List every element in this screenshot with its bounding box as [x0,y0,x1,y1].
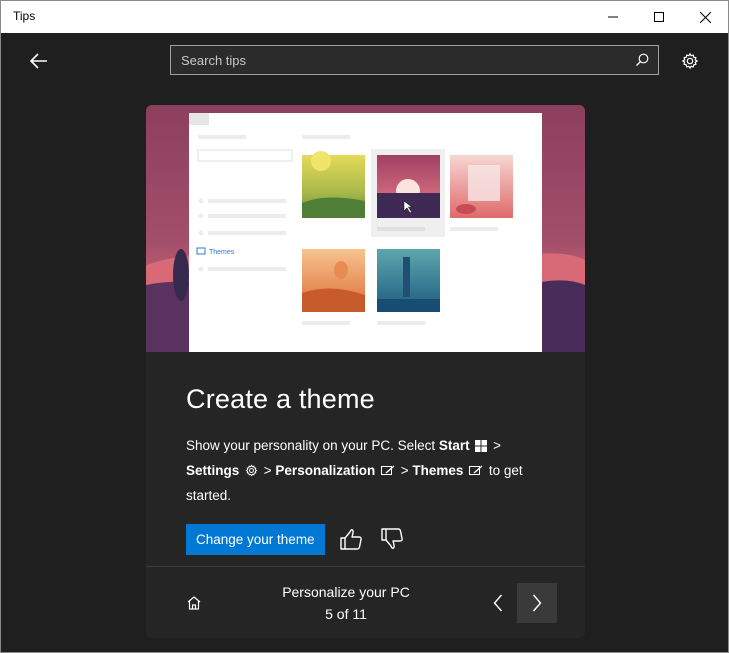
next-tip-button[interactable] [517,583,557,623]
tip-content: Create a theme Show your personality on … [146,352,585,566]
close-icon [699,11,711,23]
tip-card: Themes Create a theme Show your personal… [146,105,585,638]
thumbs-down-button[interactable] [377,524,407,554]
settings-label: Settings [186,463,240,478]
themes-label: Themes [412,463,464,478]
tip-navigation-footer: Personalize your PC 5 of 11 [146,566,585,638]
back-button[interactable] [19,45,59,77]
desc-sep-2: > [260,463,276,478]
settings-gear-icon [245,461,258,484]
chevron-right-icon [532,594,542,612]
previous-tip-button[interactable] [480,583,516,623]
personalization-icon [380,461,395,484]
chevron-left-icon [493,594,503,612]
change-theme-button[interactable]: Change your theme [186,524,325,555]
back-arrow-icon [30,53,47,69]
tip-heading: Create a theme [186,384,375,414]
settings-button[interactable] [676,47,704,75]
search-box [170,45,659,75]
personalization-label: Personalization [275,463,376,478]
minimize-icon [608,16,618,18]
minimize-button[interactable] [590,1,636,33]
themes-icon [469,461,483,484]
hero-themes-label: Themes [209,249,235,256]
gear-icon [681,52,699,70]
maximize-button[interactable] [636,1,682,33]
search-icon[interactable] [634,52,650,68]
title-bar: Tips [1,1,728,33]
app-content: Themes [1,33,728,652]
desc-sep-3: > [396,463,413,478]
maximize-icon [654,12,664,22]
close-button[interactable] [682,1,728,33]
tip-description: Show your personality on your PC. Select… [186,434,536,507]
search-input[interactable] [171,46,631,74]
tip-illustration: Themes [146,105,585,352]
desc-sep-1: > [489,438,502,453]
window-title: Tips [13,9,36,23]
thumbs-down-icon [381,528,403,549]
windows-logo-icon [475,436,488,459]
thumbs-up-button[interactable] [336,524,366,554]
desc-text-1: Show your personality on your PC. Select [186,438,439,453]
start-label: Start [438,438,470,453]
tips-window: Tips Search tips Themes Create a theme S… [0,0,729,653]
thumbs-up-icon [340,529,362,550]
